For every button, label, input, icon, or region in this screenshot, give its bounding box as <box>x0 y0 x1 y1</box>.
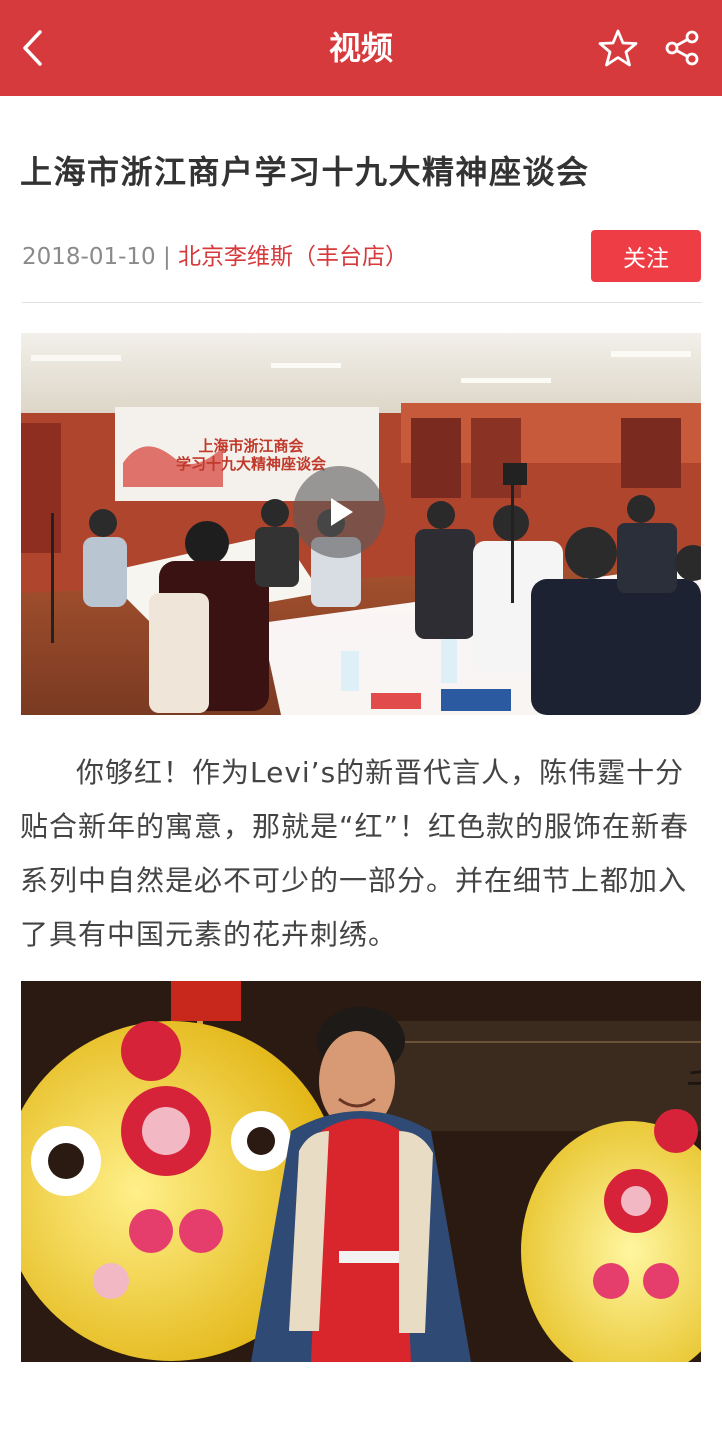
banner-line-1: 上海市浙江商会 <box>198 437 303 455</box>
store-link[interactable]: 北京李维斯（丰台店） <box>178 244 408 270</box>
publish-date: 2018-01-10 <box>22 244 156 270</box>
star-icon <box>598 29 638 67</box>
share-icon <box>665 30 699 66</box>
play-button[interactable] <box>293 466 385 558</box>
banner-line-2: 学习十九大精神座谈会 <box>176 455 326 473</box>
article-meta: 2018-01-10 | 北京李维斯（丰台店） <box>22 238 408 276</box>
article-title: 上海市浙江商户学习十九大精神座谈会 <box>20 153 590 191</box>
background-sign-text: 千秋萬代苏 <box>686 1064 701 1108</box>
divider <box>22 302 702 303</box>
share-button[interactable] <box>660 26 704 70</box>
follow-button[interactable]: 关注 <box>591 230 701 282</box>
lion-dance-photo: 千秋萬代苏 <box>21 981 701 1362</box>
top-nav-bar: 视频 <box>0 0 722 96</box>
favorite-button[interactable] <box>596 26 640 70</box>
meta-separator: | <box>162 244 171 270</box>
article-body: 你够红！作为Levi’s的新晋代言人，陈伟霆十分贴合新年的寓意，那就是“红”！红… <box>20 756 690 951</box>
video-player[interactable]: 上海市浙江商会 学习十九大精神座谈会 <box>21 333 701 715</box>
article-photo: 千秋萬代苏 <box>21 981 701 1362</box>
play-icon <box>331 498 353 526</box>
